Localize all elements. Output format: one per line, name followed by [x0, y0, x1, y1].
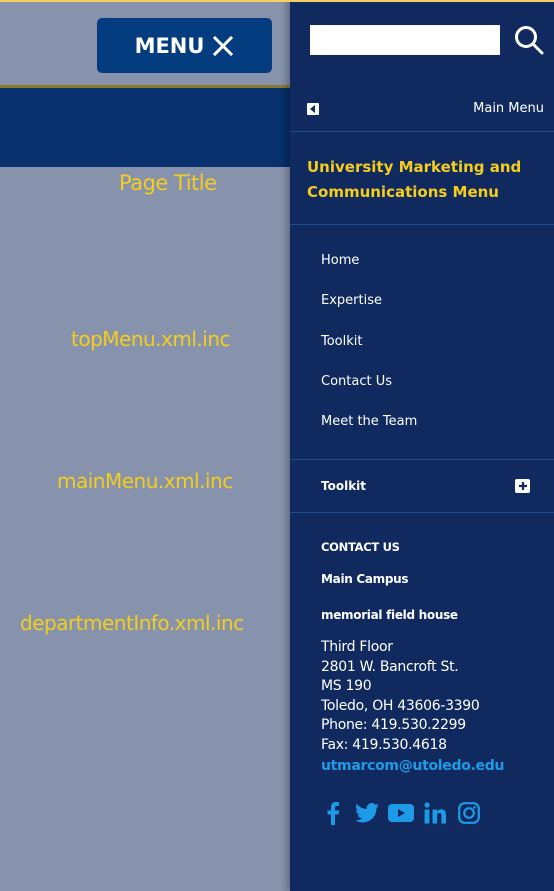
- top-accent-line: [0, 0, 554, 2]
- email-link[interactable]: utmarcom@utoledo.edu: [321, 756, 546, 776]
- divider: [290, 224, 554, 225]
- nav-link-home[interactable]: Home: [321, 250, 417, 272]
- facebook-icon[interactable]: [320, 800, 346, 826]
- divider: [290, 512, 554, 513]
- search-icon: [512, 26, 546, 60]
- menu-drawer: Main Menu University Marketing and Commu…: [290, 0, 554, 891]
- section-title: University Marketing and Communications …: [307, 158, 522, 201]
- contact-heading: CONTACT US: [321, 540, 400, 554]
- main-menu-annotation: mainMenu.xml.inc: [57, 469, 233, 493]
- page-content-area: MENU Page Title topMenu.xml.inc mainMenu…: [0, 0, 290, 891]
- nav-link-meet-the-team[interactable]: Meet the Team: [321, 411, 417, 433]
- contact-campus: Main Campus: [321, 572, 409, 586]
- menu-button-label: MENU: [134, 33, 205, 58]
- caret-left-icon[interactable]: [307, 102, 319, 115]
- linkedin-icon[interactable]: [422, 800, 448, 826]
- toolkit-label[interactable]: Toolkit: [321, 479, 366, 493]
- twitter-icon[interactable]: [354, 800, 380, 826]
- phone-number: Phone: 419.530.2299: [321, 717, 466, 734]
- nav-item: Contact Us: [321, 371, 417, 411]
- page-title-annotation: Page Title: [119, 171, 217, 195]
- nav-link-expertise[interactable]: Expertise: [321, 290, 417, 312]
- fax-number: Fax: 419.530.4618: [321, 736, 447, 753]
- nav-item: Home: [321, 250, 417, 290]
- address-line: Toledo, OH 43606-3390: [321, 697, 480, 714]
- youtube-icon[interactable]: [388, 800, 414, 826]
- address-line: MS 190: [321, 678, 372, 695]
- toolkit-expander[interactable]: Toolkit: [290, 460, 554, 512]
- address-line: 2801 W. Bancroft St.: [321, 658, 459, 675]
- menu-toggle-button[interactable]: MENU: [97, 18, 272, 73]
- nav-item: Expertise: [321, 290, 417, 330]
- close-icon: [212, 35, 234, 57]
- nav-link-contact-us[interactable]: Contact Us: [321, 371, 417, 393]
- address-block: Third Floor 2801 W. Bancroft St. MS 190 …: [321, 638, 546, 776]
- back-label[interactable]: Main Menu: [473, 101, 544, 116]
- instagram-icon[interactable]: [456, 800, 482, 826]
- search-button[interactable]: [512, 23, 546, 57]
- top-menu-annotation: topMenu.xml.inc: [71, 327, 231, 351]
- nav-link-toolkit[interactable]: Toolkit: [321, 331, 417, 353]
- social-links: [320, 800, 482, 826]
- address-line: Third Floor: [321, 639, 393, 655]
- back-to-main-menu[interactable]: Main Menu: [290, 86, 554, 132]
- search-input[interactable]: [310, 25, 500, 55]
- page-header-bar: [0, 85, 290, 167]
- nav-list: Home Expertise Toolkit Contact Us Meet t…: [321, 250, 417, 451]
- department-info-annotation: departmentInfo.xml.inc: [20, 611, 244, 635]
- nav-item: Toolkit: [321, 331, 417, 371]
- nav-item: Meet the Team: [321, 411, 417, 451]
- contact-building: memorial field house: [321, 608, 458, 622]
- contact-info: CONTACT US Main Campus memorial field ho…: [321, 538, 546, 776]
- plus-icon: [518, 479, 528, 494]
- expand-toolkit-button[interactable]: [515, 479, 530, 493]
